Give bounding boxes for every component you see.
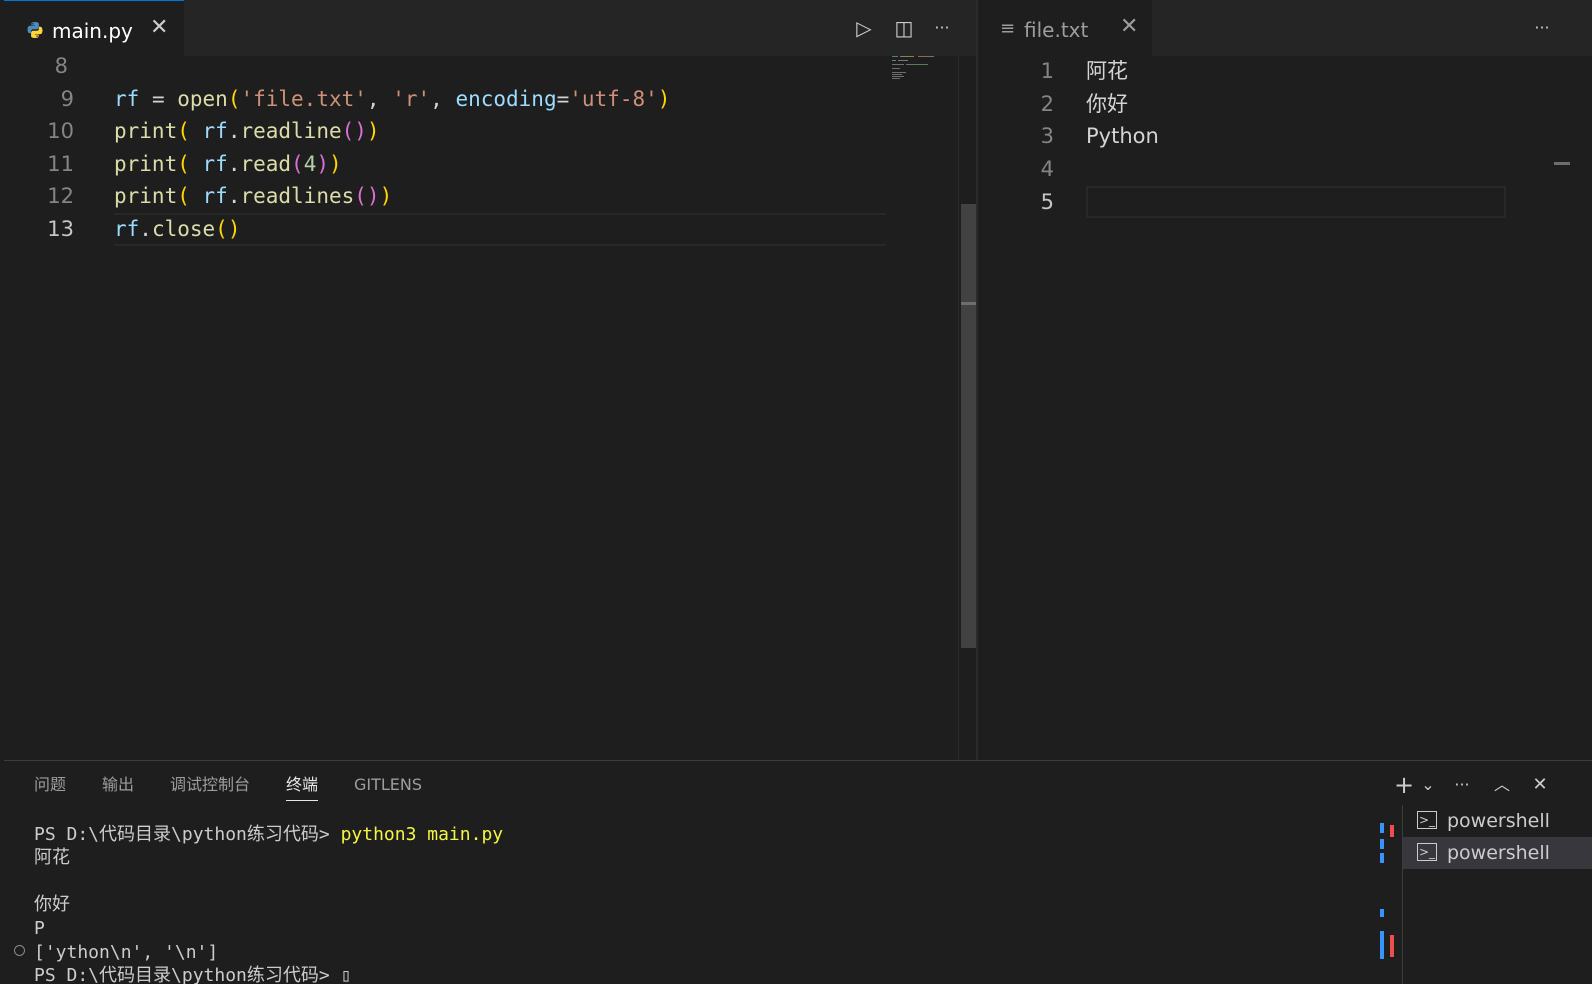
- terminal-tab[interactable]: >_ powershell: [1403, 805, 1592, 837]
- right-editor-group: ≡ file.txt ✕ ··· 1 2 3 4 5 阿花 你好 Python: [978, 0, 1592, 760]
- tab-main-label: main.py: [52, 19, 133, 43]
- tab-file-txt[interactable]: ≡ file.txt ✕: [978, 0, 1152, 56]
- text-line[interactable]: 阿花: [1086, 55, 1128, 88]
- code-line[interactable]: print( rf.readline()): [114, 115, 380, 148]
- scroll-marker: [1390, 935, 1394, 957]
- run-icon[interactable]: ▷: [850, 14, 878, 42]
- code-line[interactable]: print( rf.readlines()): [114, 180, 392, 213]
- current-line-highlight: [1086, 186, 1506, 218]
- left-editor-group: main.py ✕ ▷ ◫ ··· 8 9 10 11 12 13 rf = o…: [4, 0, 980, 760]
- tab-debug-console[interactable]: 调试控制台: [170, 769, 250, 801]
- line-number: 12: [47, 184, 74, 208]
- line-number: 8: [54, 54, 68, 78]
- scrollbar-cursor-mark: [1554, 162, 1570, 165]
- more-actions-icon[interactable]: ···: [928, 14, 956, 42]
- text-line[interactable]: 你好: [1086, 88, 1128, 121]
- more-actions-icon[interactable]: ···: [1528, 14, 1556, 42]
- left-tab-bar: main.py ✕ ▷ ◫ ···: [4, 0, 976, 56]
- scroll-marker: [1380, 853, 1384, 863]
- line-number: 4: [1040, 157, 1054, 181]
- line-number: 1: [1040, 59, 1054, 83]
- line-number-active: 13: [47, 217, 74, 241]
- terminal-icon: >_: [1417, 843, 1437, 861]
- scroll-marker: [1390, 825, 1394, 837]
- tab-problems[interactable]: 问题: [34, 769, 66, 801]
- bottom-panel: 问题 输出 调试控制台 终端 GITLENS + ⌄ ··· ︿ ✕ PS D:…: [4, 760, 1592, 984]
- tab-main-py[interactable]: main.py ✕: [4, 0, 184, 56]
- terminal-output-line: ['ython\n', '\n']: [34, 942, 219, 963]
- scroll-marker: [1380, 823, 1384, 833]
- terminal-next-prompt[interactable]: PS D:\代码目录\python练习代码> ▯: [34, 964, 351, 984]
- tab-output[interactable]: 输出: [102, 769, 134, 801]
- terminal-tab-selected[interactable]: >_ powershell: [1403, 837, 1592, 869]
- chevron-down-icon[interactable]: ⌄: [1414, 769, 1442, 801]
- scroll-marker: [1380, 931, 1384, 959]
- tab-file-label: file.txt: [1024, 18, 1089, 42]
- terminal-tabs-list: >_ powershell >_ powershell: [1402, 805, 1592, 984]
- terminal-output-line: P: [34, 918, 45, 939]
- tab-terminal[interactable]: 终端: [286, 769, 319, 801]
- python-icon: [27, 22, 43, 38]
- terminal-output-line: 你好: [34, 894, 70, 915]
- line-number-active: 5: [1040, 190, 1054, 214]
- scroll-marker: [1380, 839, 1384, 849]
- terminal-output-line: 阿花: [34, 847, 70, 868]
- line-number: 3: [1040, 124, 1054, 148]
- code-line[interactable]: rf.close(): [114, 213, 240, 246]
- line-number: 11: [47, 152, 74, 176]
- line-number: 2: [1040, 92, 1054, 116]
- terminal-tab-label: powershell: [1447, 842, 1550, 864]
- close-icon[interactable]: ✕: [150, 15, 168, 40]
- code-line[interactable]: print( rf.read(4)): [114, 148, 342, 181]
- right-tab-bar: ≡ file.txt ✕ ···: [978, 0, 1592, 56]
- minimap[interactable]: [892, 54, 952, 84]
- code-line[interactable]: rf = open('file.txt', 'r', encoding='utf…: [114, 83, 670, 116]
- close-icon[interactable]: ✕: [1120, 14, 1138, 39]
- split-editor-icon[interactable]: ◫: [890, 14, 918, 42]
- tab-gitlens[interactable]: GITLENS: [354, 769, 422, 801]
- terminal-command-line[interactable]: PS D:\代码目录\python练习代码> python3 main.py: [34, 823, 503, 846]
- text-file-icon: ≡: [1000, 18, 1016, 39]
- terminal-icon: >_: [1417, 811, 1437, 829]
- scroll-marker: [1380, 909, 1384, 917]
- maximize-panel-icon[interactable]: ︿: [1488, 769, 1516, 801]
- line-number: 10: [47, 119, 74, 143]
- line-number: 9: [60, 87, 74, 111]
- terminal-tab-label: powershell: [1447, 810, 1550, 832]
- more-actions-icon[interactable]: ···: [1448, 769, 1476, 801]
- close-panel-icon[interactable]: ✕: [1526, 769, 1554, 801]
- text-line[interactable]: Python: [1086, 120, 1159, 153]
- command-decoration-icon[interactable]: [14, 945, 25, 956]
